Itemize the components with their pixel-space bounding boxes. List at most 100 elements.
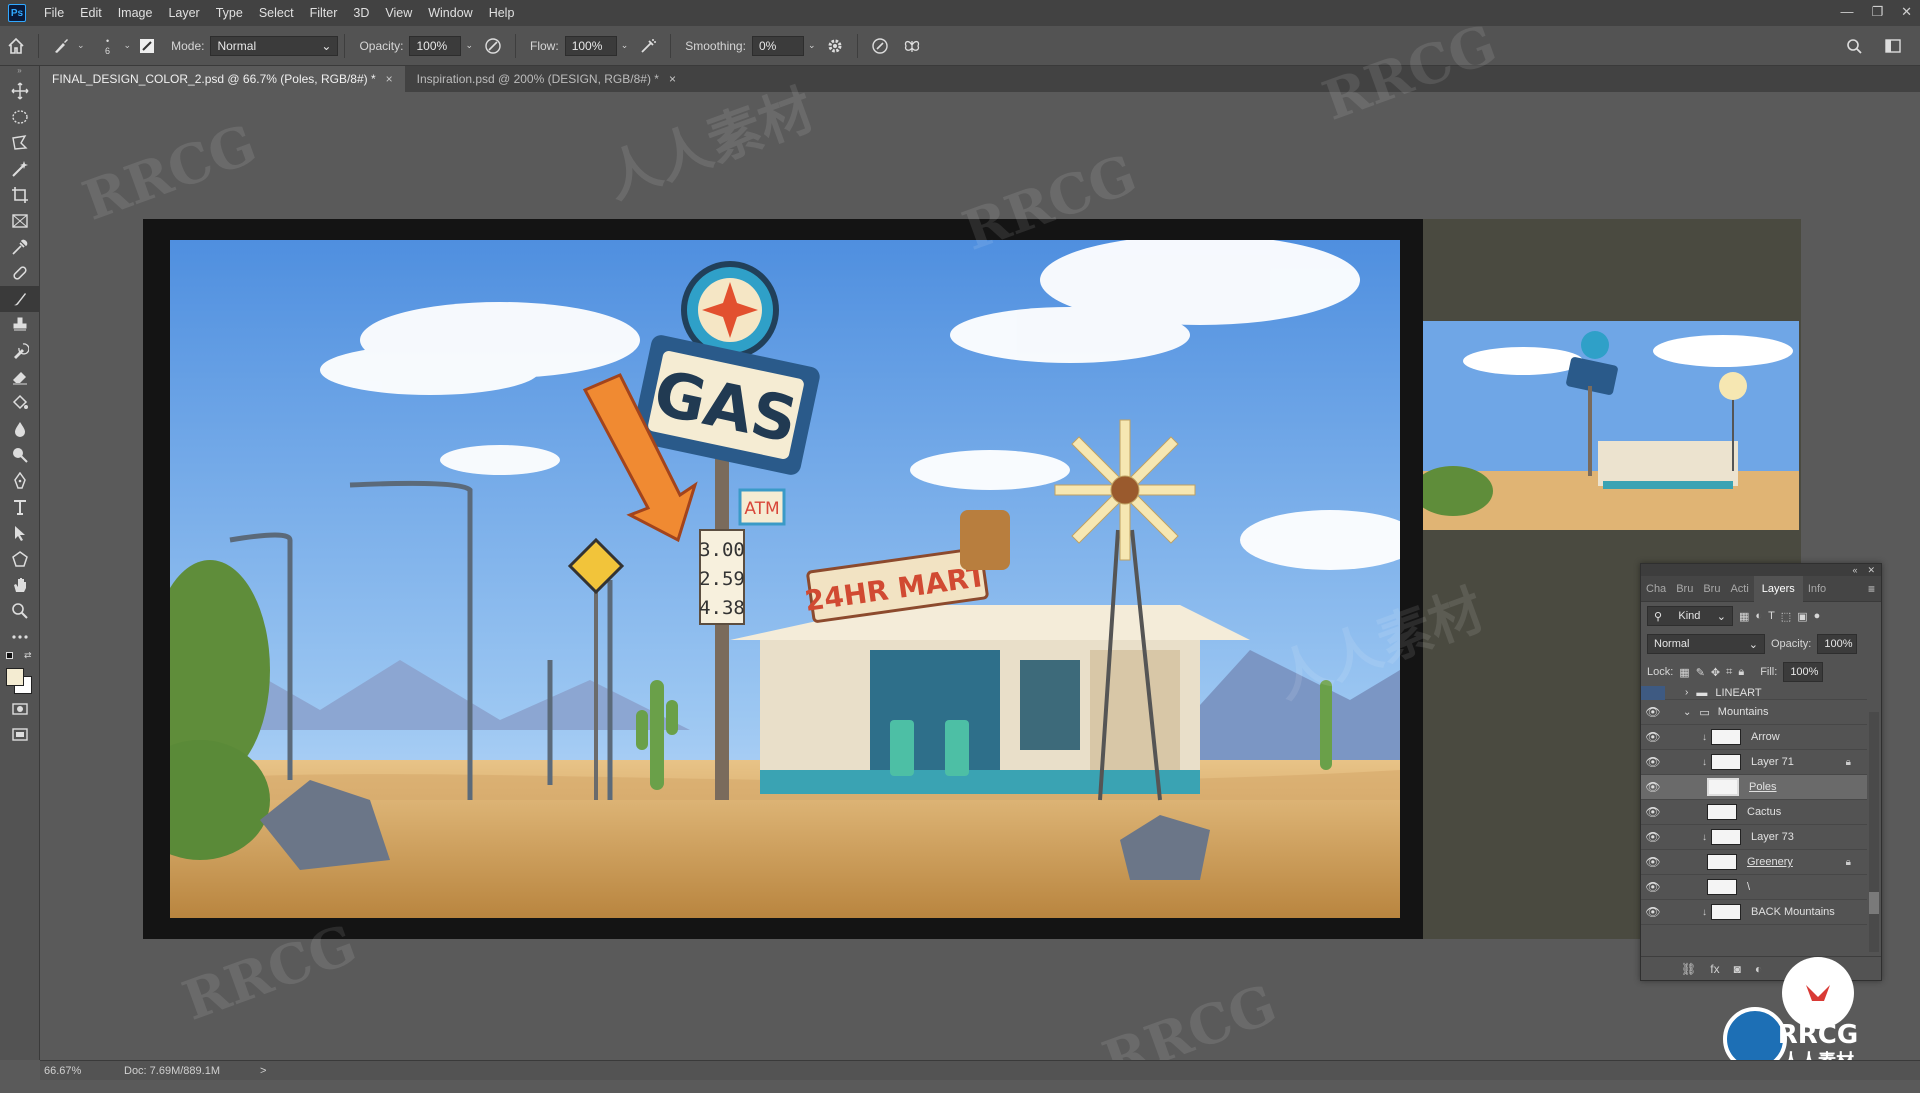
crop-tool[interactable] — [0, 182, 40, 208]
reference-image[interactable] — [1423, 321, 1799, 530]
canvas-artwork[interactable]: GAS ATM 3.00 2.59 4.38 24HR MART — [170, 240, 1400, 918]
menu-image[interactable]: Image — [110, 0, 161, 26]
close-panel-icon[interactable]: ✕ — [1867, 565, 1875, 576]
layer-row-cactus[interactable]: 👁︎ Cactus — [1641, 800, 1867, 825]
default-colors[interactable]: ⇄ — [0, 650, 39, 664]
mode-select[interactable]: Normal ⌄ — [210, 35, 339, 56]
lock-artboard-icon[interactable]: ⌗ — [1726, 666, 1732, 679]
layer-row-mountains[interactable]: 👁︎ ⌄ ▭ Mountains — [1641, 700, 1867, 725]
search-icon[interactable] — [1841, 33, 1867, 59]
eye-icon[interactable]: 👁︎ — [1641, 830, 1665, 844]
collapse-icon[interactable]: » — [0, 66, 39, 78]
quick-select-tool[interactable] — [0, 156, 40, 182]
fill-field[interactable]: 100% — [1783, 662, 1824, 682]
scrollbar-thumb[interactable] — [1869, 892, 1879, 914]
home-icon[interactable] — [3, 33, 29, 59]
visibility-toggle-empty[interactable] — [1641, 686, 1665, 700]
tab-final-design[interactable]: FINAL_DESIGN_COLOR_2.psd @ 66.7% (Poles,… — [40, 66, 405, 92]
type-tool[interactable] — [0, 494, 40, 520]
menu-help[interactable]: Help — [481, 0, 523, 26]
brush-tool[interactable] — [0, 286, 40, 312]
layer-row-back-mountains[interactable]: 👁︎ ↓ BACK Mountains — [1641, 900, 1867, 925]
quick-mask-button[interactable] — [0, 696, 40, 722]
tab-brush-settings[interactable]: Bru — [1698, 583, 1725, 595]
filter-pixel-icon[interactable]: ▦ — [1739, 610, 1749, 623]
lock-position-icon[interactable]: ✥ — [1711, 666, 1720, 679]
pressure-opacity-icon[interactable] — [480, 33, 506, 59]
frame-tool[interactable] — [0, 208, 40, 234]
layer-opacity-field[interactable]: 100% — [1817, 634, 1858, 654]
close-icon[interactable]: × — [386, 72, 393, 86]
workspace-icon[interactable] — [1881, 33, 1907, 59]
filter-smart-object-icon[interactable]: ▣ — [1797, 610, 1807, 623]
pen-tool[interactable] — [0, 468, 40, 494]
opacity-field[interactable]: 100% — [409, 35, 462, 56]
tab-layers[interactable]: Layers — [1753, 575, 1803, 602]
eye-icon[interactable]: 👁︎ — [1641, 730, 1665, 744]
lock-transparent-icon[interactable]: ▦ — [1679, 666, 1689, 679]
eye-icon[interactable]: 👁︎ — [1641, 855, 1665, 869]
menu-view[interactable]: View — [377, 0, 420, 26]
close-window-button[interactable]: ✕ — [1901, 0, 1912, 24]
paint-bucket-tool[interactable] — [0, 390, 40, 416]
eye-icon[interactable]: 👁︎ — [1641, 755, 1665, 769]
screen-mode-button[interactable] — [0, 722, 40, 748]
layer-row-backslash[interactable]: 👁︎ \ — [1641, 875, 1867, 900]
chevron-down-icon[interactable]: ⌄ — [465, 40, 473, 51]
eye-icon[interactable]: 👁︎ — [1641, 805, 1665, 819]
menu-3d[interactable]: 3D — [345, 0, 377, 26]
menu-file[interactable]: File — [36, 0, 72, 26]
clone-stamp-tool[interactable] — [0, 312, 40, 338]
tab-channels[interactable]: Cha — [1641, 583, 1671, 595]
kind-filter-select[interactable]: ⚲ Kind ⌄ — [1647, 606, 1733, 626]
brush-settings-panel-icon[interactable] — [134, 33, 160, 59]
filter-toggle-icon[interactable]: ● — [1814, 610, 1821, 622]
hand-tool[interactable] — [0, 572, 40, 598]
tab-brushes[interactable]: Bru — [1671, 583, 1698, 595]
lock-all-icon[interactable]: 🔒︎ — [1738, 666, 1744, 679]
menu-filter[interactable]: Filter — [302, 0, 346, 26]
pressure-size-icon[interactable] — [867, 33, 893, 59]
close-icon[interactable]: × — [669, 72, 676, 86]
chevron-down-icon[interactable]: ⌄ — [621, 40, 629, 51]
dodge-tool[interactable] — [0, 442, 40, 468]
chevron-down-icon[interactable]: ⌄ — [808, 40, 816, 51]
minimize-button[interactable]: — — [1840, 0, 1853, 24]
eye-icon[interactable]: 👁︎ — [1641, 880, 1665, 894]
expand-arrow-icon[interactable]: › — [1685, 687, 1688, 698]
dropdown-arrow-icon[interactable]: ⌄ — [77, 40, 85, 51]
color-swatches[interactable] — [0, 664, 39, 696]
collapse-panel-icon[interactable]: « — [1852, 565, 1857, 575]
eraser-tool[interactable] — [0, 364, 40, 390]
marquee-tool[interactable] — [0, 104, 40, 130]
flow-field[interactable]: 100% — [564, 35, 617, 56]
eye-icon[interactable]: 👁︎ — [1641, 905, 1665, 919]
menu-edit[interactable]: Edit — [72, 0, 110, 26]
healing-brush-tool[interactable] — [0, 260, 40, 286]
eye-icon[interactable]: 👁︎ — [1641, 705, 1665, 719]
filter-adjustment-icon[interactable]: ◐ — [1755, 610, 1762, 622]
history-brush-tool[interactable] — [0, 338, 40, 364]
menu-window[interactable]: Window — [420, 0, 480, 26]
tab-info[interactable]: Info — [1803, 583, 1831, 595]
menu-select[interactable]: Select — [251, 0, 302, 26]
move-tool[interactable] — [0, 78, 40, 104]
panel-menu-icon[interactable]: ≡ — [1868, 582, 1875, 596]
swap-colors-icon[interactable]: ⇄ — [24, 650, 32, 661]
more-tools[interactable] — [0, 624, 40, 650]
layer-row-layer-71[interactable]: 👁︎ ↓ Layer 71 🔒︎ — [1641, 750, 1867, 775]
gear-icon[interactable] — [822, 33, 848, 59]
brush-preset-icon[interactable] — [48, 33, 74, 59]
layer-row-poles[interactable]: 👁︎ Poles — [1641, 775, 1867, 800]
filter-shape-icon[interactable]: ⬚ — [1781, 610, 1791, 623]
shape-tool[interactable] — [0, 546, 40, 572]
path-selection-tool[interactable] — [0, 520, 40, 546]
eye-icon[interactable]: 👁︎ — [1641, 780, 1665, 794]
tab-inspiration[interactable]: Inspiration.psd @ 200% (DESIGN, RGB/8#) … — [405, 66, 688, 92]
layer-list-scrollbar[interactable] — [1869, 712, 1879, 952]
airbrush-icon[interactable] — [635, 33, 661, 59]
brush-size-picker[interactable]: • 6 — [95, 33, 121, 59]
layer-row-greenery[interactable]: 👁︎ Greenery 🔒︎ — [1641, 850, 1867, 875]
zoom-tool[interactable] — [0, 598, 40, 624]
menu-layer[interactable]: Layer — [160, 0, 207, 26]
